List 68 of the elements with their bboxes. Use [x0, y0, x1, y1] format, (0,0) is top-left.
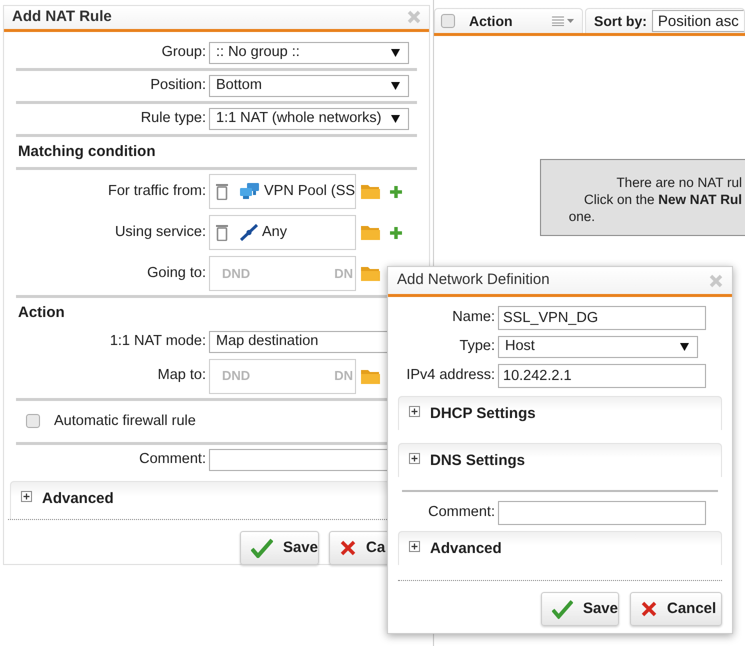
close-icon[interactable] [407, 10, 421, 24]
trash-icon[interactable] [216, 224, 228, 241]
placeholder-text: DND [221, 367, 250, 386]
select-field[interactable]: 1:1 NAT (whole networks) [209, 108, 409, 130]
field-label: Type: [460, 337, 495, 356]
sort-select[interactable]: Position asc [652, 10, 744, 32]
cross-icon [340, 540, 356, 556]
message-text: Click on the New NAT Rul [584, 191, 743, 208]
checkmark-icon [552, 599, 573, 619]
network-icon [240, 183, 260, 200]
column-header[interactable]: Action [434, 8, 583, 33]
drop-field[interactable]: Any [209, 215, 356, 250]
item-label: Any [262, 222, 287, 242]
panel-title: DNS Settings [430, 451, 526, 471]
plus-icon[interactable] [389, 226, 403, 240]
placeholder-text: DND [221, 264, 250, 283]
text-field[interactable]: 10.242.2.1 [498, 364, 706, 388]
collapsible-panel[interactable]: DHCP Settings [398, 396, 722, 430]
item-label: VPN Pool (SS [264, 182, 355, 201]
field-label: Using service: [114, 222, 206, 242]
section-heading: Matching condition [17, 142, 156, 162]
message-text: There are no NAT rul [616, 174, 743, 191]
field-label: Comment: [428, 503, 495, 522]
folder-icon[interactable] [361, 184, 380, 199]
placeholder-text: DN [333, 367, 353, 386]
sort-label: Sort by: [594, 12, 647, 31]
folder-icon[interactable] [361, 225, 380, 240]
field-label: IPv4 address: [406, 366, 495, 386]
close-icon[interactable] [709, 274, 723, 288]
dialog-title: Add Network Definition [397, 270, 550, 290]
field-label: Rule type: [140, 108, 206, 128]
dialog-title: Add NAT Rule [12, 7, 112, 27]
field-label: Group: [162, 42, 206, 62]
trash-icon[interactable] [216, 183, 228, 200]
field-label: Map to: [158, 366, 206, 386]
cross-icon [641, 601, 657, 617]
cancel-button[interactable]: Cancel [630, 592, 722, 626]
collapsible-panel[interactable]: DNS Settings [398, 443, 722, 477]
dropdown-arrow-icon [680, 343, 689, 351]
drop-field[interactable]: VPN Pool (SS [209, 174, 356, 209]
field-label: For traffic from: [108, 182, 206, 201]
folder-icon[interactable] [361, 368, 380, 384]
collapsible-panel[interactable]: Advanced [398, 531, 722, 565]
plus-icon[interactable] [389, 184, 403, 198]
checkbox[interactable] [26, 414, 40, 428]
select-field[interactable]: :: No group :: [209, 42, 409, 64]
panel-title: Advanced [430, 539, 502, 559]
field-label: Name: [452, 308, 495, 328]
checkbox[interactable] [441, 14, 455, 28]
field-label: Going to: [147, 264, 206, 283]
folder-icon[interactable] [361, 266, 380, 281]
checkmark-icon [251, 538, 273, 558]
message-text: one. [568, 208, 596, 225]
checkbox-label: Automatic firewall rule [54, 412, 196, 430]
select-field[interactable]: Bottom [209, 74, 409, 96]
field-label: 1:1 NAT mode: [110, 332, 206, 351]
save-button[interactable]: Save [240, 531, 319, 566]
field-label: Comment: [139, 450, 206, 470]
panel-title: Advanced [42, 489, 114, 510]
select-field[interactable]: Host [498, 336, 698, 358]
comment-field[interactable] [498, 501, 706, 525]
placeholder-text: DN [333, 264, 353, 283]
section-heading: Action [17, 303, 65, 323]
field-label: Position: [150, 76, 206, 95]
column-menu-icon[interactable] [552, 16, 574, 26]
save-button[interactable]: Save [541, 592, 619, 626]
panel-title: DHCP Settings [430, 404, 536, 424]
text-field[interactable]: SSL_VPN_DG [498, 306, 706, 330]
